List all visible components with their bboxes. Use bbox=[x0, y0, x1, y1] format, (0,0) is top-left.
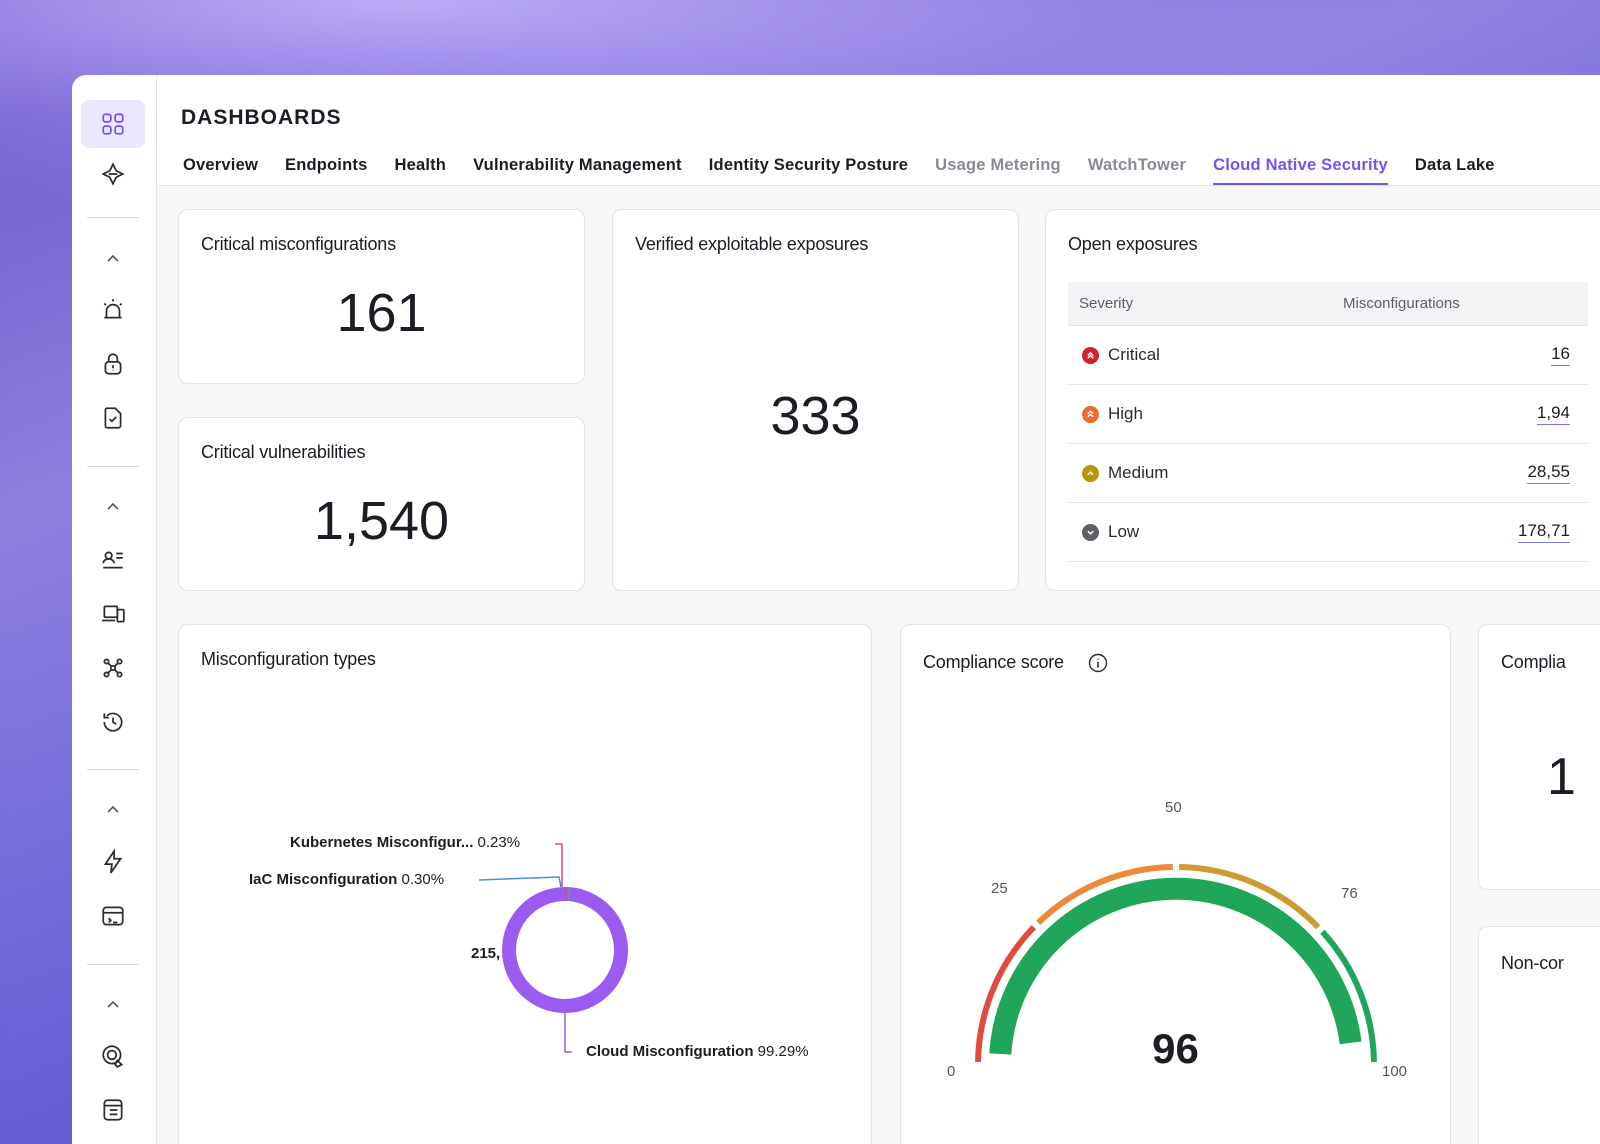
critical-vulnerabilities-value: 1,540 bbox=[313, 491, 450, 551]
card-title: Critical vulnerabilities bbox=[201, 442, 366, 462]
severity-label: Critical bbox=[1108, 345, 1160, 364]
lock-alert-icon[interactable] bbox=[81, 340, 145, 388]
iac-leader-line bbox=[478, 876, 562, 888]
chevron-up-icon[interactable] bbox=[103, 998, 123, 1012]
misconfigurations-count-link[interactable]: 28,55 bbox=[1527, 462, 1570, 484]
misconfigurations-count-link[interactable]: 1,94 bbox=[1536, 403, 1570, 425]
devices-icon[interactable] bbox=[81, 590, 145, 638]
tab-watchtower[interactable]: WatchTower bbox=[1088, 156, 1186, 185]
segment-name: Cloud Misconfiguration bbox=[586, 1043, 754, 1060]
segment-name: Kubernetes Misconfigur... bbox=[290, 834, 474, 851]
card-title: Open exposures bbox=[1068, 234, 1198, 254]
chevron-up-icon[interactable] bbox=[103, 500, 123, 514]
lightning-icon[interactable] bbox=[81, 838, 145, 886]
sidebar bbox=[73, 76, 157, 1144]
tab-endpoints[interactable]: Endpoints bbox=[285, 156, 367, 185]
medium-severity-icon bbox=[1082, 464, 1099, 482]
table-header: Severity Misconfigurations bbox=[1068, 282, 1588, 326]
purple-ai-icon[interactable] bbox=[81, 150, 145, 198]
open-exposures-table: Severity Misconfigurations Critical 16 H… bbox=[1068, 282, 1588, 562]
column-severity: Severity bbox=[1079, 295, 1134, 312]
dashboards-icon[interactable] bbox=[81, 100, 145, 148]
card-title: Verified exploitable exposures bbox=[635, 234, 869, 254]
verified-exposures-card[interactable]: Verified exploitable exposures 333 bbox=[612, 209, 1019, 591]
cloud-segment-label: Cloud Misconfiguration 99.29% bbox=[586, 1043, 809, 1060]
severity-label: High bbox=[1108, 404, 1143, 423]
sidebar-divider bbox=[87, 769, 139, 770]
kubernetes-segment-label: Kubernetes Misconfigur... 0.23% bbox=[290, 834, 520, 851]
graph-nodes-icon[interactable] bbox=[81, 644, 145, 692]
segment-name: IaC Misconfiguration bbox=[249, 871, 398, 888]
page-title: DASHBOARDS bbox=[181, 106, 342, 129]
donut-center-total: 215, bbox=[471, 945, 501, 962]
tab-cloud-native-security[interactable]: Cloud Native Security bbox=[1213, 156, 1388, 185]
tab-identity-security-posture[interactable]: Identity Security Posture bbox=[709, 156, 908, 185]
card-title: Critical misconfigurations bbox=[201, 234, 396, 254]
gauge-tick-76: 76 bbox=[1341, 885, 1358, 902]
alert-siren-icon[interactable] bbox=[81, 286, 145, 334]
segment-percent: 0.30% bbox=[401, 871, 445, 888]
tab-health[interactable]: Health bbox=[394, 156, 446, 185]
card-title: Non-cor bbox=[1501, 953, 1564, 973]
chevron-up-icon[interactable] bbox=[103, 803, 123, 817]
compliance-partial-card[interactable]: Complia 1 bbox=[1478, 624, 1600, 890]
column-misconfigurations: Misconfigurations bbox=[1343, 295, 1460, 312]
kubernetes-leader-line bbox=[555, 843, 563, 887]
tab-data-lake[interactable]: Data Lake bbox=[1415, 156, 1495, 185]
critical-misconfigurations-value: 161 bbox=[336, 283, 427, 343]
gauge-tick-50: 50 bbox=[1165, 799, 1182, 816]
open-exposures-card: Open exposures Severity Misconfiguration… bbox=[1045, 209, 1600, 591]
table-row: Low 178,71 bbox=[1068, 503, 1588, 562]
compliance-partial-value: 1 bbox=[1547, 748, 1576, 806]
verified-exposures-value: 333 bbox=[770, 386, 861, 446]
tab-vulnerability-management[interactable]: Vulnerability Management bbox=[473, 156, 682, 185]
segment-percent: 0.23% bbox=[477, 834, 521, 851]
chevron-up-icon[interactable] bbox=[103, 252, 123, 266]
document-check-icon[interactable] bbox=[81, 394, 145, 442]
critical-severity-icon bbox=[1082, 346, 1099, 364]
top-bar: DASHBOARDS Overview Endpoints Health Vul… bbox=[157, 76, 1600, 186]
critical-misconfigurations-card[interactable]: Critical misconfigurations 161 bbox=[178, 209, 585, 384]
severity-label: Medium bbox=[1108, 463, 1169, 482]
high-severity-icon bbox=[1082, 405, 1099, 423]
cloud-leader-line bbox=[564, 1013, 572, 1053]
non-compliant-partial-card[interactable]: Non-cor bbox=[1478, 926, 1600, 1144]
gauge-tick-25: 25 bbox=[991, 880, 1008, 897]
table-row: High 1,94 bbox=[1068, 385, 1588, 444]
sidebar-divider bbox=[87, 217, 139, 218]
terminal-window-icon[interactable] bbox=[81, 892, 145, 940]
app-window: DASHBOARDS Overview Endpoints Health Vul… bbox=[72, 75, 1600, 1144]
misconfigurations-count-link[interactable]: 178,71 bbox=[1518, 521, 1570, 543]
card-title: Complia bbox=[1501, 652, 1566, 672]
compliance-score-card: Compliance score 0 25 50 76 100 96 bbox=[900, 624, 1451, 1144]
sidebar-divider bbox=[87, 466, 139, 467]
tab-overview[interactable]: Overview bbox=[183, 156, 258, 185]
misconfigurations-count-link[interactable]: 16 bbox=[1551, 344, 1570, 366]
report-icon[interactable] bbox=[81, 1086, 145, 1134]
low-severity-icon bbox=[1082, 523, 1099, 541]
compliance-score-value: 96 bbox=[1152, 1025, 1199, 1072]
identity-list-icon[interactable] bbox=[81, 536, 145, 584]
tab-usage-metering[interactable]: Usage Metering bbox=[935, 156, 1061, 185]
cloud-misconfiguration-segment[interactable] bbox=[502, 887, 628, 1013]
fingerprint-shield-icon[interactable] bbox=[81, 1032, 145, 1080]
history-icon[interactable] bbox=[81, 698, 145, 746]
severity-label: Low bbox=[1108, 522, 1140, 541]
dashboard-tabs: Overview Endpoints Health Vulnerability … bbox=[183, 156, 1522, 185]
table-row: Medium 28,55 bbox=[1068, 444, 1588, 503]
critical-vulnerabilities-card[interactable]: Critical vulnerabilities 1,540 bbox=[178, 417, 585, 591]
table-row: Critical 16 bbox=[1068, 326, 1588, 385]
misconfiguration-types-card: Misconfiguration types Kubernetes Miscon… bbox=[178, 624, 872, 1144]
segment-percent: 99.29% bbox=[757, 1043, 809, 1060]
iac-segment-label: IaC Misconfiguration 0.30% bbox=[249, 871, 444, 888]
sidebar-divider bbox=[87, 964, 139, 965]
